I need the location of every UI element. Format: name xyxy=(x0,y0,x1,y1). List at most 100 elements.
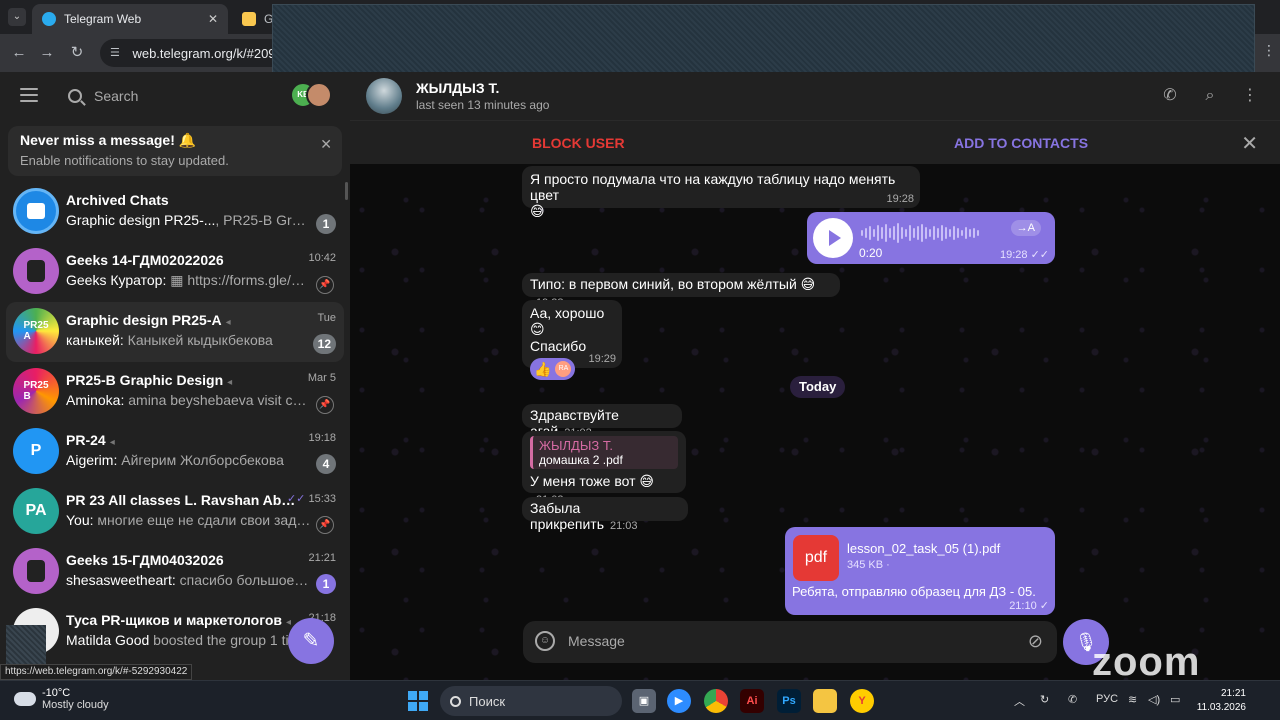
chrome-app-icon[interactable] xyxy=(704,689,728,713)
search-icon xyxy=(68,89,82,103)
geeks-favicon-icon xyxy=(242,12,256,26)
yandex-browser-icon[interactable]: Y xyxy=(850,689,874,713)
contact-avatar[interactable] xyxy=(366,78,402,114)
tab-search-chevron-icon[interactable]: ⌄ xyxy=(8,8,26,26)
site-info-icon[interactable]: ☰ xyxy=(110,46,122,60)
pin-icon: 📌 xyxy=(316,396,334,414)
transcribe-button[interactable]: →A xyxy=(1010,220,1041,236)
pin-icon: 📌 xyxy=(316,516,334,534)
message-incoming[interactable]: Я просто подумала что на каждую таблицу … xyxy=(522,166,920,219)
message-incoming-reply[interactable]: ЖЫЛДЫЗ Т. домашка 2 .pdf У меня тоже вот… xyxy=(522,431,686,506)
search-icon xyxy=(450,695,461,707)
message-incoming[interactable]: Здравствуйте агай21:02 xyxy=(522,404,682,439)
add-to-contacts-button[interactable]: ADD TO CONTACTS xyxy=(954,135,1088,151)
forward-arrow-icon[interactable]: → xyxy=(38,44,56,62)
chat-item-pr25b-graphic-design[interactable]: PR25 B PR25-B Graphic Design ◂ Aminoka: am… xyxy=(6,362,344,422)
chrome-menu-icon[interactable]: ⋮ xyxy=(1262,42,1276,59)
unread-badge: 1 xyxy=(316,574,336,594)
notification-close-icon[interactable]: ✕ xyxy=(320,136,332,153)
close-action-bar-icon[interactable]: ✕ xyxy=(1241,131,1258,156)
play-icon[interactable] xyxy=(813,218,853,258)
input-language[interactable]: РУС xyxy=(1096,693,1118,705)
chat-preview: Geeks Куратор: ▦ https://forms.gle/M... xyxy=(66,272,311,288)
reply-preview[interactable]: ЖЫЛДЫЗ Т. домашка 2 .pdf xyxy=(530,436,678,469)
url-field[interactable]: ☰ web.telegram.org/k/#20952 xyxy=(100,39,290,67)
photoshop-app-icon[interactable]: Ps xyxy=(777,689,801,713)
unread-badge: 1 xyxy=(316,214,336,234)
taskbar-search[interactable]: Поиск xyxy=(440,686,622,716)
clock-date: 11.03.2026 xyxy=(1196,702,1246,713)
account-switcher[interactable]: KB xyxy=(290,82,332,110)
reload-icon[interactable]: ↻ xyxy=(68,44,86,62)
notification-banner[interactable]: Never miss a message! 🔔 Enable notificat… xyxy=(8,126,342,176)
pdf-file-icon[interactable]: pdf xyxy=(793,535,839,581)
weather-condition: Mostly cloudy xyxy=(42,699,109,711)
tray-network-tool-icon[interactable]: ✆ xyxy=(1068,693,1077,706)
tray-sync-icon[interactable]: ↻ xyxy=(1040,693,1049,706)
back-arrow-icon[interactable]: ← xyxy=(10,44,28,62)
menu-hamburger-icon[interactable] xyxy=(20,88,38,102)
message-incoming[interactable]: Типо: в первом синий, во втором жёлтый 😅… xyxy=(522,273,840,309)
more-vertical-icon[interactable]: ⋮ xyxy=(1240,86,1260,106)
chat-name: PR25-B Graphic Design ◂ xyxy=(66,372,233,388)
weather-widget[interactable]: -10°C Mostly cloudy xyxy=(14,687,109,711)
read-checks-icon: ✓✓ xyxy=(1030,249,1049,261)
tab-close-icon[interactable]: ✕ xyxy=(208,12,218,26)
new-message-pencil-button[interactable]: ✎ xyxy=(288,618,334,664)
message-incoming[interactable]: Аа, хорошо😊 Спасибо 👍 RA 19:29 xyxy=(522,300,622,380)
emoji-icon[interactable]: ☺ xyxy=(535,631,555,651)
zoom-app-icon[interactable]: ▶ xyxy=(667,689,691,713)
account-avatar-photo xyxy=(306,82,332,108)
message-incoming[interactable]: Забыла прикрепить 21:03 xyxy=(522,497,688,532)
message-text-line1: Аа, хорошо😊 xyxy=(530,305,605,337)
chat-list-panel: Search KB Never miss a message! 🔔 Enable… xyxy=(0,72,350,680)
chat-item-geeks-15[interactable]: Geeks 15-ГДМ04032026 shesasweetheart: сп… xyxy=(6,542,344,602)
message-time: 19:29 xyxy=(588,353,616,365)
voice-waveform[interactable] xyxy=(861,222,1021,244)
contact-name: ЖЫЛДЫЗ Т. xyxy=(416,80,500,96)
taskbar-clock[interactable]: 21:21 11.03.2026 xyxy=(1197,687,1246,715)
reaction-chip[interactable]: 👍 RA xyxy=(530,358,576,380)
chat-item-geeks-14[interactable]: Geeks 14-ГДМ02022026 Geeks Куратор: ▦ ht… xyxy=(6,242,344,302)
read-checks-icon: ✓✓ xyxy=(286,493,309,505)
taskbar-search-label: Поиск xyxy=(469,693,506,709)
message-text-line2: Спасибо xyxy=(530,338,587,354)
message-time: 21:10 ✓ xyxy=(1009,600,1049,612)
chat-time: 10:42 xyxy=(308,252,336,264)
volume-icon[interactable]: ◁) xyxy=(1148,693,1160,706)
file-size: 345 KB · xyxy=(847,559,890,571)
attach-paperclip-icon[interactable]: ⊘ xyxy=(1028,631,1043,652)
file-message-outgoing[interactable]: pdf lesson_02_task_05 (1).pdf 345 KB · Р… xyxy=(785,527,1055,615)
reaction-user-avatar: RA xyxy=(555,361,572,377)
reply-file: домашка 2 .pdf xyxy=(539,453,623,467)
file-explorer-icon[interactable] xyxy=(813,689,837,713)
chat-name: Туса PR-щиков и маркетологов ◂ xyxy=(66,612,292,628)
chat-preview: shesasweetheart: спасибо большое!! 🫠 xyxy=(66,572,311,588)
message-text: Типо: в первом синий, во втором жёлтый 😅 xyxy=(530,276,816,292)
tab-telegram-web[interactable]: Telegram Web ✕ xyxy=(32,4,228,34)
block-user-button[interactable]: BLOCK USER xyxy=(532,135,625,151)
file-name[interactable]: lesson_02_task_05 (1).pdf xyxy=(847,541,1000,556)
windows-start-icon[interactable] xyxy=(408,691,428,711)
illustrator-app-icon[interactable]: Ai xyxy=(740,689,764,713)
phone-icon[interactable]: ✆ xyxy=(1160,86,1180,106)
chat-item-graphic-design-pr25a[interactable]: PR25 A Graphic design PR25-A ◂ каныкей: Ка… xyxy=(6,302,344,362)
chat-item-pr-24[interactable]: P PR-24 ◂ Aigerim: Айгерим Жолборсбекова … xyxy=(6,422,344,482)
search-icon[interactable]: ⌕ xyxy=(1200,86,1220,106)
tray-overflow-chevron-icon[interactable]: ︿ xyxy=(1014,693,1025,709)
wifi-icon[interactable]: ≋ xyxy=(1128,693,1137,706)
file-caption: Ребята, отправляю образец для ДЗ - 05. xyxy=(792,584,1036,599)
chat-header[interactable]: ЖЫЛДЫЗ Т. last seen 13 minutes ago ✆ ⌕ ⋮ xyxy=(350,72,1280,120)
message-composer[interactable]: ☺ Message ⊘ xyxy=(523,621,1057,663)
battery-icon[interactable]: ▭ xyxy=(1170,693,1180,706)
voice-message-outgoing[interactable]: 0:20 →A 19:28 ✓✓ xyxy=(807,212,1055,264)
reply-author: ЖЫЛДЫЗ Т. xyxy=(539,438,613,453)
cloud-icon xyxy=(14,692,36,706)
chat-preview: Aminoka: amina beyshebaeva visit card... xyxy=(66,392,311,408)
chat-item-archived[interactable]: Archived Chats Graphic design PR25-..., … xyxy=(6,182,344,242)
notification-title: Never miss a message! 🔔 xyxy=(20,132,197,148)
chat-item-pr-23[interactable]: PA PR 23 All classes L. Ravshan Abdu... … xyxy=(6,482,344,542)
temperature: -10°C xyxy=(42,687,71,699)
task-view-icon[interactable]: ▣ xyxy=(632,689,656,713)
chat-list-scrollbar[interactable] xyxy=(345,182,348,200)
